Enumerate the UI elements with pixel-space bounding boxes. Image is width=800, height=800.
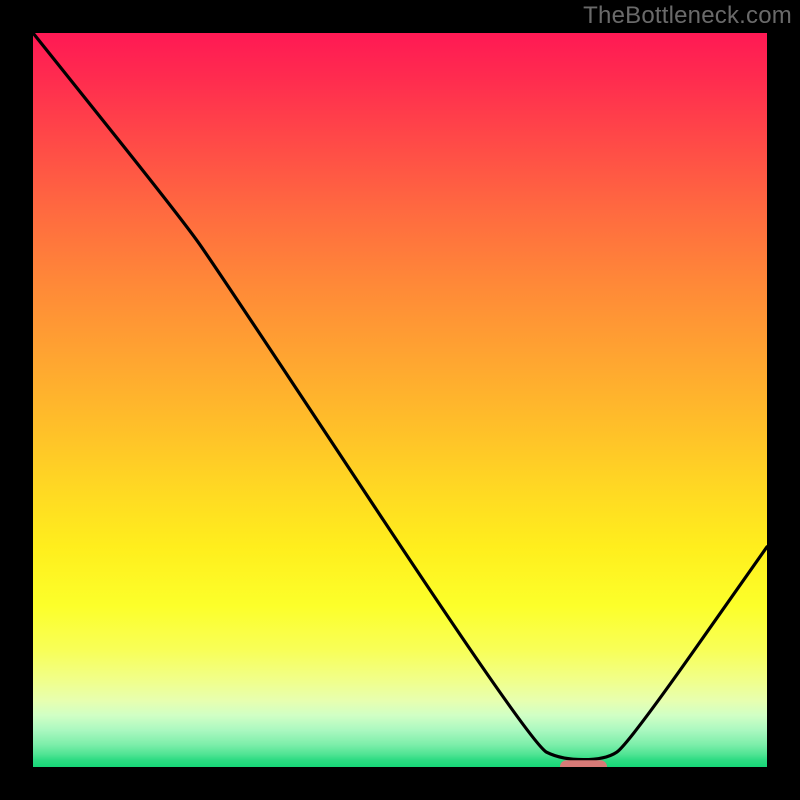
chart-frame: TheBottleneck.com (0, 0, 800, 800)
plot-area (33, 33, 767, 767)
bottleneck-curve (33, 33, 767, 767)
minimum-marker (560, 760, 608, 767)
watermark-text: TheBottleneck.com (583, 2, 792, 30)
